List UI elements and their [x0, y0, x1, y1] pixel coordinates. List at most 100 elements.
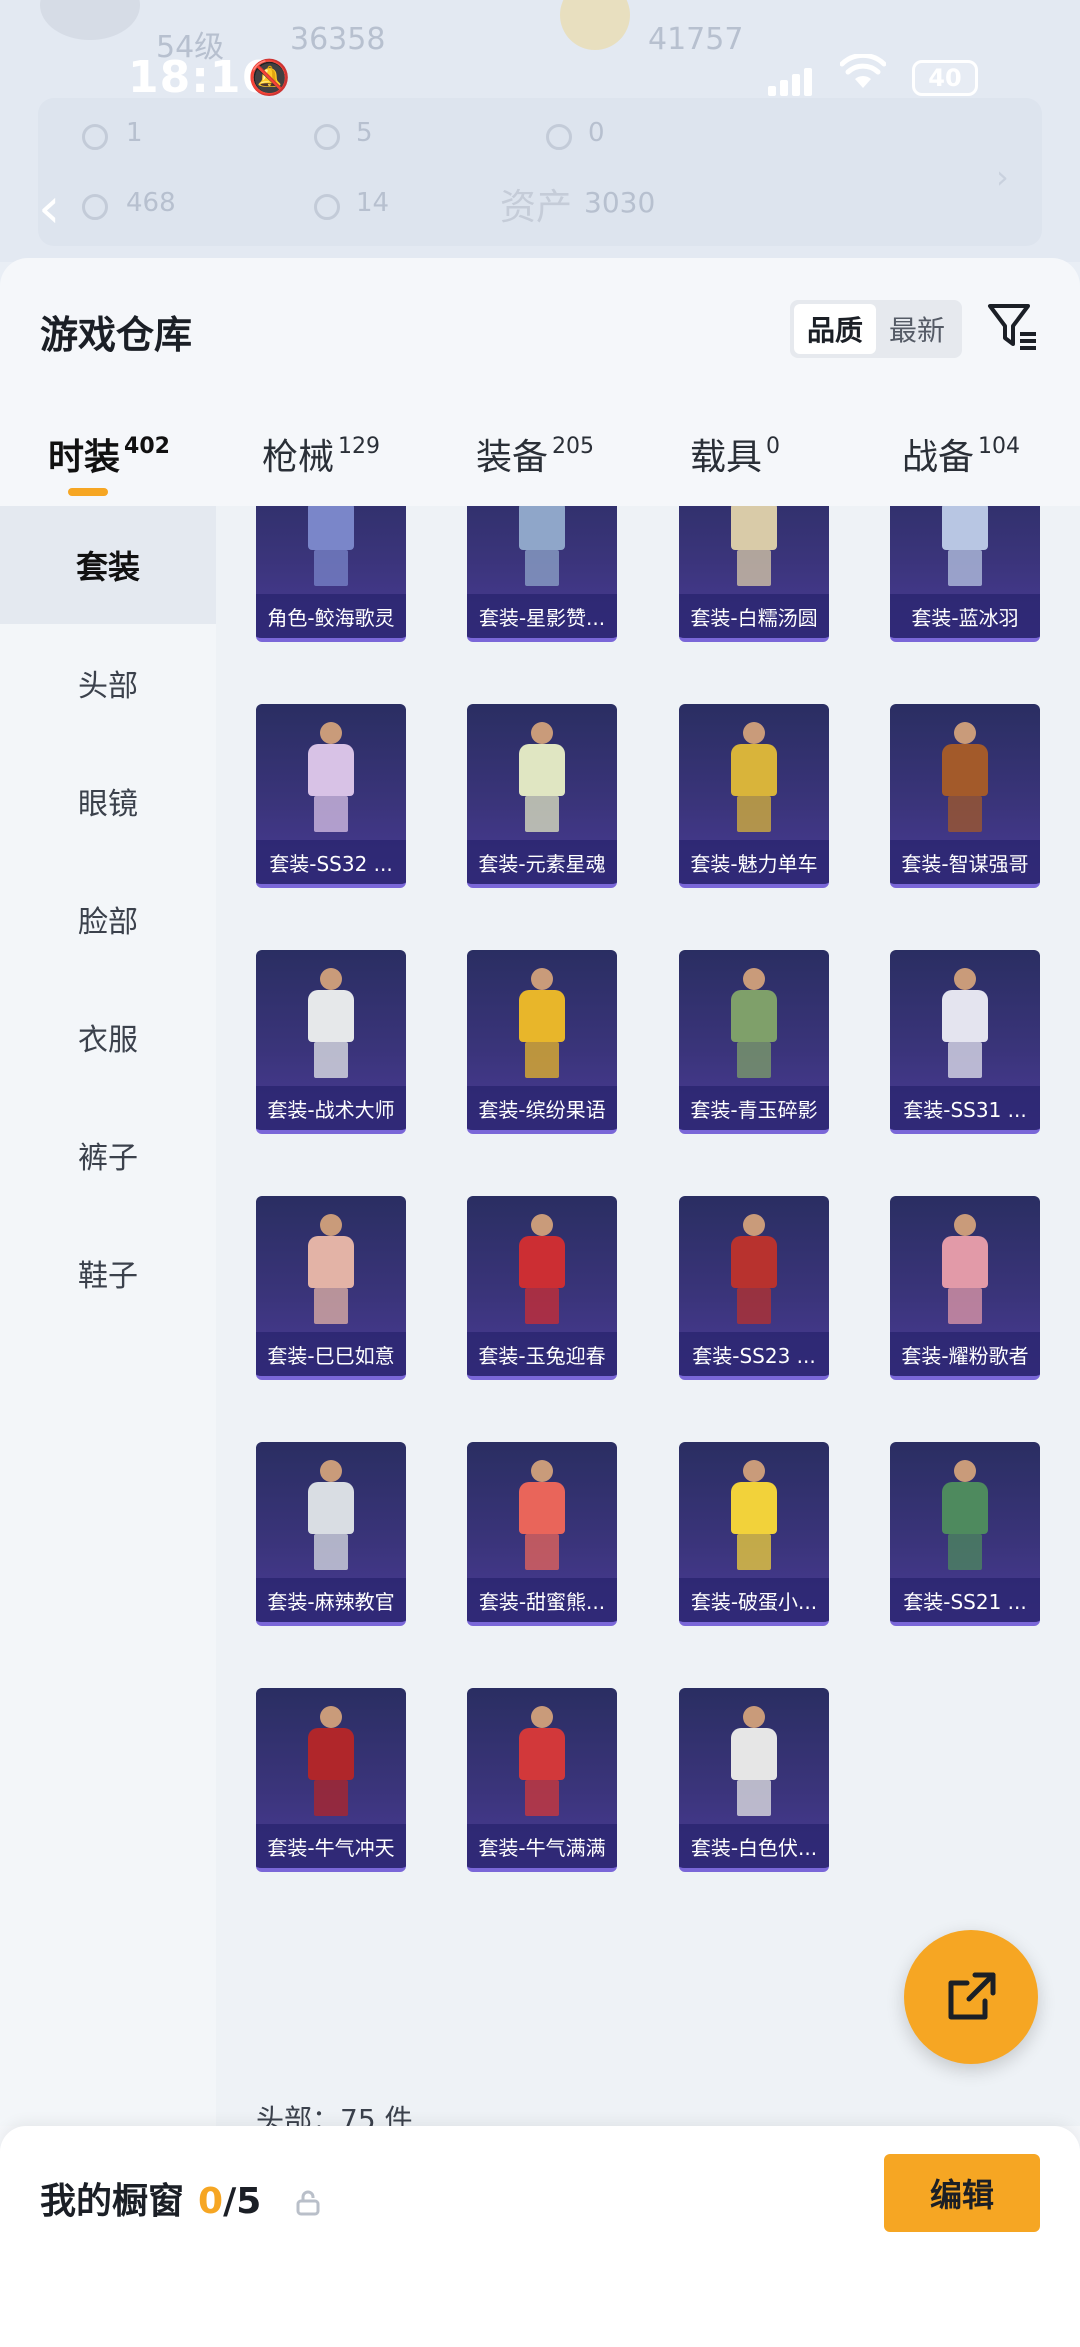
item-card[interactable]: 套装-耀粉歌者: [890, 1196, 1040, 1380]
tab-vehicles[interactable]: 载具 0: [690, 428, 780, 480]
signal-icon: [768, 60, 812, 96]
item-card[interactable]: 套装-甜蜜熊...: [467, 1442, 617, 1626]
tab-active-indicator: [68, 488, 108, 496]
tab-count: 129: [338, 434, 381, 459]
stat-icon: [314, 124, 340, 150]
edit-button[interactable]: 编辑: [884, 2154, 1040, 2232]
item-card[interactable]: 套装-星影赞...: [467, 506, 617, 642]
item-label: 套装-牛气冲天: [256, 1824, 406, 1868]
side-item-shoes[interactable]: 鞋子: [0, 1214, 216, 1332]
tab-fashion[interactable]: 时装 402: [48, 428, 170, 480]
item-thumbnail: [926, 722, 1004, 832]
tab-equipment[interactable]: 装备 205: [476, 428, 594, 480]
item-card[interactable]: 套装-青玉碎影: [679, 950, 829, 1134]
tab-label: 装备: [476, 437, 549, 478]
item-label: 套装-智谋强哥: [890, 840, 1040, 884]
sort-quality-button[interactable]: 品质: [794, 304, 876, 354]
share-button[interactable]: [904, 1930, 1038, 2064]
item-card[interactable]: 套装-破蛋小...: [679, 1442, 829, 1626]
tab-guns[interactable]: 枪械 129: [262, 428, 380, 480]
stat-value: 0: [588, 118, 605, 148]
item-thumbnail: [292, 722, 370, 832]
tab-count: 104: [978, 434, 1021, 459]
item-thumbnail: [292, 506, 370, 586]
item-label: 套装-甜蜜熊...: [467, 1578, 617, 1622]
showcase-total: /5: [223, 2181, 262, 2222]
side-item-clothes[interactable]: 衣服: [0, 978, 216, 1096]
item-card[interactable]: 套装-麻辣教官: [256, 1442, 406, 1626]
item-label: 套装-破蛋小...: [679, 1578, 829, 1622]
item-card[interactable]: 角色-鲛海歌灵: [256, 506, 406, 642]
tab-label: 战备: [902, 437, 975, 478]
bell-muted-icon: 🔕: [248, 58, 291, 98]
background-profile-header: 54级 36358 41757 1 5 0 468 14 资产 3030 ›: [0, 0, 1080, 262]
tab-count: 205: [552, 434, 595, 459]
item-card[interactable]: 套装-SS21 ...: [890, 1442, 1040, 1626]
item-card[interactable]: 套装-SS23 ...: [679, 1196, 829, 1380]
showcase-bar: 我的橱窗 0/5 编辑: [0, 2126, 1080, 2347]
item-thumbnail: [715, 722, 793, 832]
item-card[interactable]: 套装-战术大师: [256, 950, 406, 1134]
assets-label: 资产: [500, 187, 573, 228]
showcase-title: 我的橱窗 0/5: [40, 2172, 261, 2224]
tab-count: 402: [124, 434, 170, 459]
item-card[interactable]: 套装-蓝冰羽: [890, 506, 1040, 642]
item-thumbnail: [503, 506, 581, 586]
item-thumbnail: [926, 1214, 1004, 1324]
item-label: 套装-魅力单车: [679, 840, 829, 884]
item-thumbnail: [715, 1706, 793, 1816]
tab-label: 载具: [690, 437, 763, 478]
item-card[interactable]: 套装-巳巳如意: [256, 1196, 406, 1380]
item-card[interactable]: 套装-缤纷果语: [467, 950, 617, 1134]
item-thumbnail: [926, 968, 1004, 1078]
side-item-suit[interactable]: 套装: [0, 506, 216, 624]
item-thumbnail: [503, 1706, 581, 1816]
stat-value: 5: [356, 118, 373, 148]
item-label: 套装-青玉碎影: [679, 1086, 829, 1130]
item-thumbnail: [292, 1706, 370, 1816]
item-card[interactable]: 套装-牛气冲天: [256, 1688, 406, 1872]
stat-icon: [82, 124, 108, 150]
item-card[interactable]: 套装-魅力单车: [679, 704, 829, 888]
stat-value: 468: [126, 188, 176, 218]
side-item-glasses[interactable]: 眼镜: [0, 742, 216, 860]
item-thumbnail: [292, 968, 370, 1078]
wifi-icon: [839, 52, 887, 100]
back-icon[interactable]: ‹: [38, 176, 60, 241]
item-thumbnail: [503, 968, 581, 1078]
side-item-head[interactable]: 头部: [0, 624, 216, 742]
item-label: 角色-鲛海歌灵: [256, 594, 406, 638]
item-label: 套装-SS23 ...: [679, 1332, 829, 1376]
item-card[interactable]: 套装-白色伏...: [679, 1688, 829, 1872]
item-thumbnail: [292, 1214, 370, 1324]
item-card[interactable]: 套装-SS31 ...: [890, 950, 1040, 1134]
item-thumbnail: [926, 1460, 1004, 1570]
section-title-head: 头部：75 件: [256, 2103, 413, 2126]
item-card[interactable]: 套装-牛气满满: [467, 1688, 617, 1872]
item-card[interactable]: 套装-元素星魂: [467, 704, 617, 888]
side-item-pants[interactable]: 裤子: [0, 1096, 216, 1214]
item-thumbnail: [926, 506, 1004, 586]
item-thumbnail: [503, 1460, 581, 1570]
item-card[interactable]: 套装-智谋强哥: [890, 704, 1040, 888]
side-category-list: 套装 头部 眼镜 脸部 衣服 裤子 鞋子: [0, 506, 216, 2126]
item-label: 套装-耀粉歌者: [890, 1332, 1040, 1376]
item-label: 套装-SS31 ...: [890, 1086, 1040, 1130]
side-item-face[interactable]: 脸部: [0, 860, 216, 978]
item-card[interactable]: 套装-玉兔迎春: [467, 1196, 617, 1380]
item-label: 套装-白色伏...: [679, 1824, 829, 1868]
filter-icon[interactable]: [984, 298, 1040, 354]
item-thumbnail: [715, 1460, 793, 1570]
page-title: 游戏仓库: [40, 313, 193, 357]
sort-newest-button[interactable]: 最新: [876, 304, 958, 354]
item-card[interactable]: 套装-白糯汤圆: [679, 506, 829, 642]
lock-icon: [294, 2190, 322, 2216]
item-label: 套装-麻辣教官: [256, 1578, 406, 1622]
item-label: 套装-缤纷果语: [467, 1086, 617, 1130]
item-thumbnail: [715, 1214, 793, 1324]
item-card[interactable]: 套装-SS32 ...: [256, 704, 406, 888]
item-label: 套装-SS21 ...: [890, 1578, 1040, 1622]
tab-supplies[interactable]: 战备 104: [902, 428, 1020, 480]
item-grid: 角色-鲛海歌灵 套装-星影赞... 套装-白糯汤圆 套装-蓝冰羽套装-SS32 ...…: [216, 506, 1080, 2126]
external-link-icon: [948, 1972, 996, 2020]
